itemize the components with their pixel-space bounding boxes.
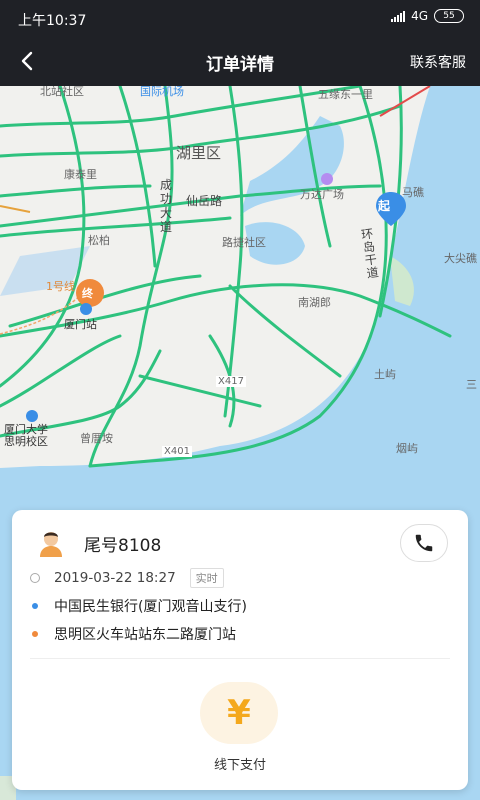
battery-level: 55 (443, 11, 455, 21)
map-label-jiangjie: 路捷社区 (222, 236, 266, 249)
map-label-songbai: 松柏 (88, 234, 110, 247)
network-type: 4G (411, 9, 428, 23)
call-driver-button[interactable] (400, 524, 448, 562)
map-label-airport: 国际机场 (140, 86, 184, 98)
map-label-x401: X401 (162, 446, 192, 457)
end-dot-icon (32, 631, 38, 637)
phone-icon (415, 534, 433, 552)
nav-header: 订单详情 联系客服 (0, 36, 480, 86)
battery-icon: 55 (434, 9, 464, 23)
map-label-xiamen-station: 厦门站 (64, 318, 97, 331)
status-bar: 上午10:37 4G 55 (0, 0, 480, 36)
map-label-beizhan: 北站社区 (40, 86, 84, 98)
map-label-mabi: 马礁 (402, 186, 424, 199)
map-label-line1: 1号线 (46, 280, 75, 293)
yuan-icon: ¥ (227, 693, 251, 733)
map-label-chenggong: 成功大道 (160, 178, 173, 234)
map-label-tuyu: 土屿 (374, 368, 396, 381)
map-label-huli: 湖里区 (176, 144, 222, 162)
map-label-wanda: 万达广场 (300, 188, 344, 201)
order-type-tag: 实时 (189, 568, 224, 588)
end-marker-label: 终 (82, 287, 93, 300)
map-label-zengcuoan: 曾厝垵 (80, 432, 113, 445)
driver-avatar-icon (40, 532, 62, 557)
page-title: 订单详情 (206, 55, 274, 75)
map-label-dajian: 大尖礁 (444, 252, 477, 265)
order-datetime: 2019-03-22 18:27 (54, 570, 176, 586)
map-label-xianyue: 仙岳路 (186, 194, 223, 208)
status-icons: 4G 55 (391, 9, 464, 23)
card-divider (30, 658, 450, 659)
contact-service-link[interactable]: 联系客服 (410, 52, 466, 72)
offline-pay-button[interactable]: ¥ (200, 682, 278, 744)
end-location-row: 思明区火车站站东二路厦门站 (32, 624, 236, 644)
map-label-x417: X417 (216, 376, 246, 387)
map-label-yanyu: 烟屿 (396, 442, 418, 455)
map-label-wushi: 五缘东一里 (318, 88, 373, 101)
start-dot-icon (32, 603, 38, 609)
start-marker-label: 起 (378, 199, 391, 213)
start-location-row: 中国民生银行(厦门观音山支行) (32, 596, 247, 616)
driver-plate: 尾号8108 (84, 536, 162, 556)
clock-icon (30, 573, 40, 583)
start-location: 中国民生银行(厦门观音山支行) (54, 599, 247, 615)
order-card: 尾号8108 2019-03-22 18:27 实时 中国民生银行(厦门观音山支… (12, 510, 468, 790)
status-time: 上午10:37 (18, 13, 87, 29)
offline-pay-label: 线下支付 (213, 758, 266, 773)
map-label-xiada: 厦门大学 思明校区 (4, 423, 48, 448)
order-time-row: 2019-03-22 18:27 实时 (30, 568, 224, 588)
signal-icon (391, 10, 406, 22)
end-location: 思明区火车站站东二路厦门站 (54, 627, 236, 643)
map-label-kangtai: 康泰里 (64, 168, 97, 181)
map-label-nanhu: 南湖郎 (298, 296, 331, 309)
map-label-san: 三 (466, 378, 477, 391)
